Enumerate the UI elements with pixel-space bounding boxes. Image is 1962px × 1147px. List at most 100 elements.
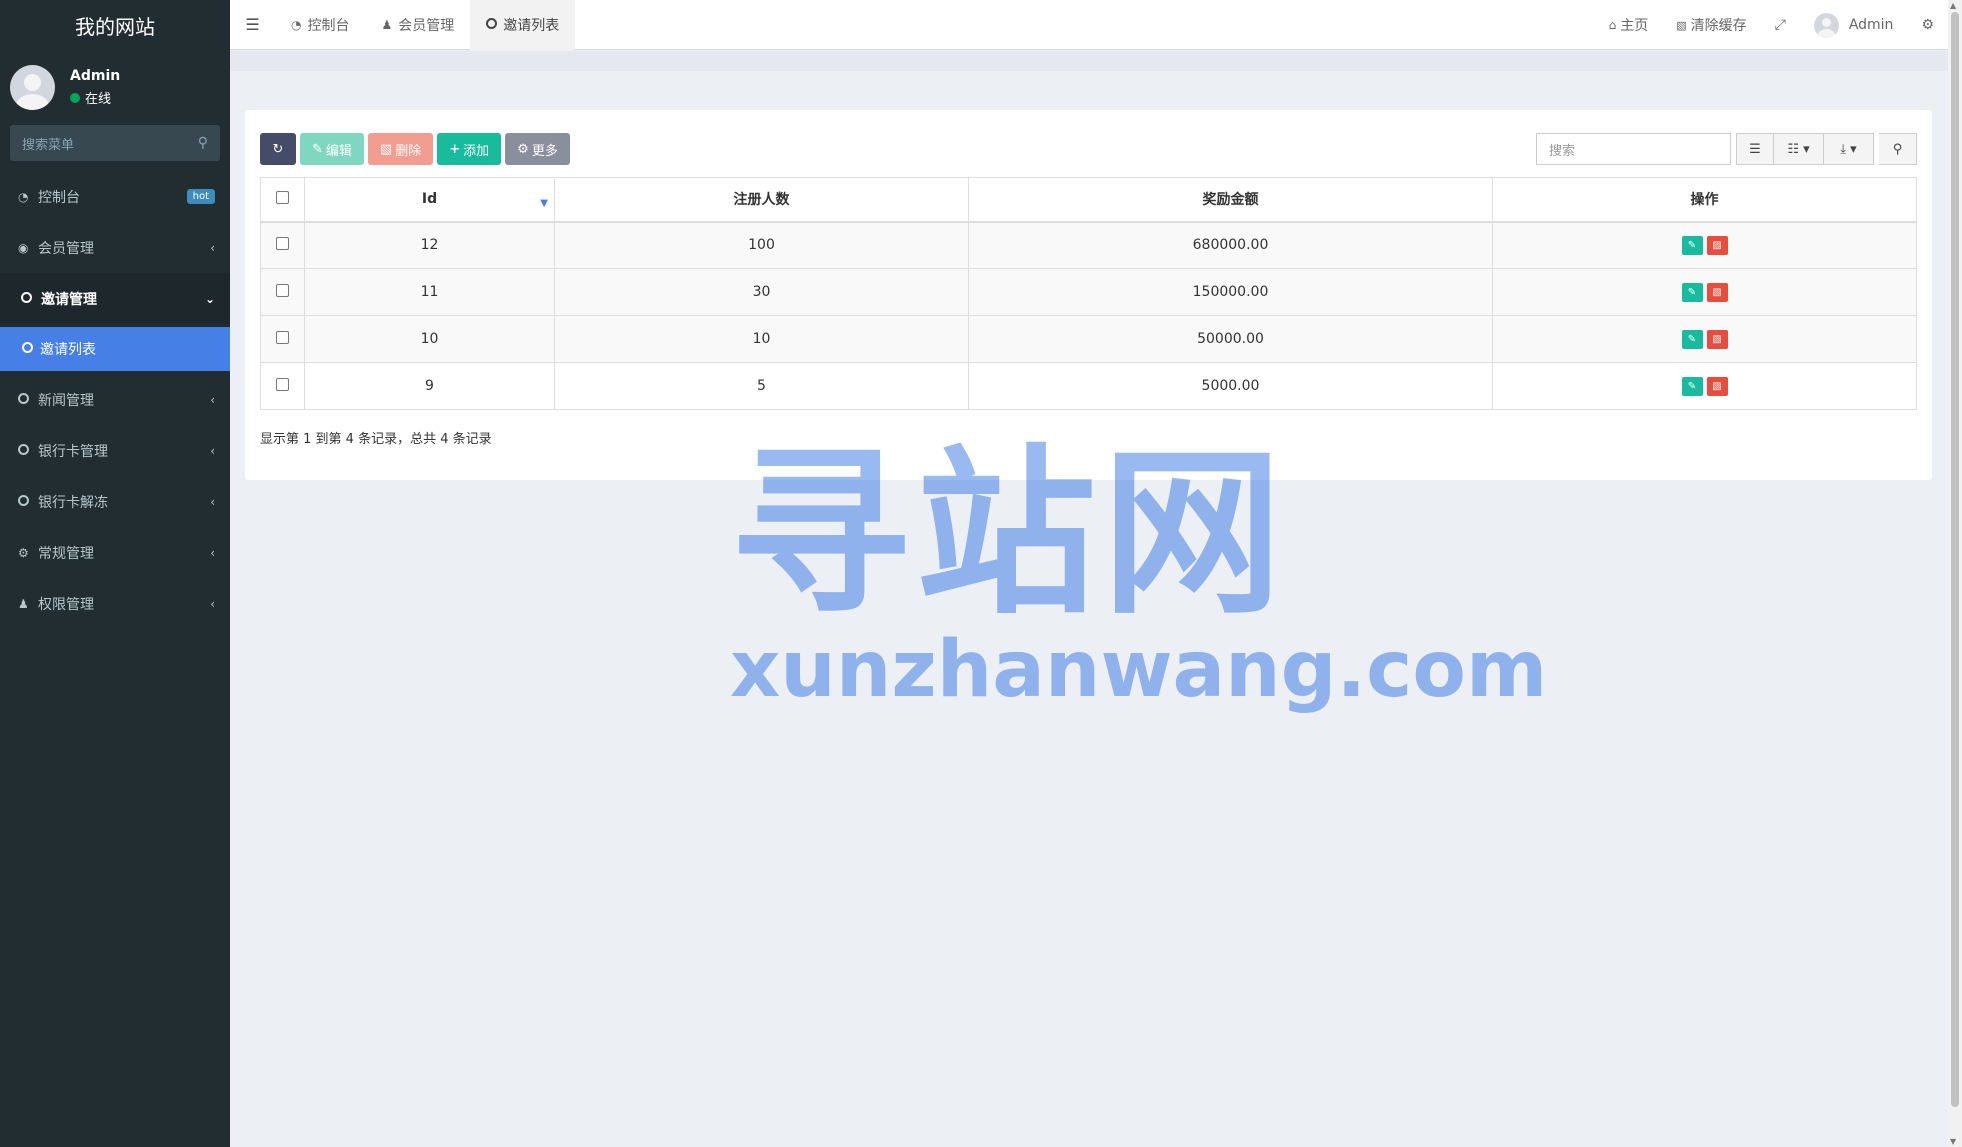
tab-dashboard[interactable]: ◔ 控制台 (275, 0, 365, 50)
select-all-cell (260, 177, 305, 223)
sidebar-item-label: 银行卡解冻 (38, 494, 108, 511)
row-edit-button[interactable]: ✎ (1681, 329, 1703, 349)
circle-o-icon (486, 17, 498, 32)
chevron-left-icon: ‹ (210, 443, 215, 458)
table-search-input[interactable]: 搜索 (1536, 133, 1731, 165)
sidebar-search[interactable]: 搜索菜单 ⚲ (10, 125, 220, 161)
sidebar-item-bankcard-unfreeze[interactable]: 银行卡解冻 ‹ (0, 476, 230, 527)
home-link[interactable]: ⌂ 主页 (1595, 0, 1663, 50)
chevron-down-icon: ⌄ (204, 291, 215, 306)
topnav-right: ⌂ 主页 ▧ 清除缓存 ⤢ Admin ⚙ (1595, 0, 1948, 50)
sidebar-item-permissions[interactable]: ♟ 权限管理 ‹ (0, 578, 230, 629)
avatar (1813, 12, 1839, 38)
column-header-id[interactable]: Id ▼ (304, 177, 555, 223)
sidebar-item-invites[interactable]: 邀请管理 ⌄ (0, 273, 230, 324)
user-menu[interactable]: Admin (1800, 0, 1908, 50)
menu-toggle-icon[interactable]: ☰ (230, 0, 275, 50)
cell-actions: ✎ ▧ (1492, 221, 1917, 269)
row-edit-button[interactable]: ✎ (1681, 376, 1703, 396)
add-button[interactable]: + 添加 (437, 133, 502, 165)
row-delete-button[interactable]: ▧ (1706, 376, 1728, 396)
tab-label: 会员管理 (398, 17, 455, 34)
sidebar-item-bankcard[interactable]: 银行卡管理 ‹ (0, 425, 230, 476)
chevron-left-icon: ‹ (210, 596, 215, 611)
edit-button[interactable]: ✎ 编辑 (300, 133, 364, 165)
user-status-label: 在线 (85, 92, 112, 107)
scroll-down-icon[interactable]: ▼ (1950, 1137, 1956, 1146)
columns-button[interactable]: ☷ ▾ (1774, 133, 1824, 165)
cell-id: 12 (304, 221, 555, 269)
top-navbar: ☰ ◔ 控制台 ♟ 会员管理 邀请列表 ⌂ 主页 ▧ 清除缓存 ⤢ Admin … (230, 0, 1948, 50)
sidebar-item-label: 权限管理 (38, 596, 94, 613)
search-icon: ⚲ (1892, 141, 1903, 157)
sidebar-item-dashboard[interactable]: ◔ 控制台 hot (0, 171, 230, 222)
home-label: 主页 (1620, 18, 1649, 34)
site-brand[interactable]: 我的网站 (0, 0, 230, 50)
delete-button[interactable]: ▧ 删除 (367, 133, 434, 165)
cell-id: 11 (304, 268, 555, 316)
trash-icon: ▧ (1676, 18, 1687, 32)
row-select-cell (260, 221, 305, 269)
more-label: 更多 (531, 143, 558, 159)
row-edit-button[interactable]: ✎ (1681, 282, 1703, 302)
row-checkbox[interactable] (276, 283, 289, 297)
circle-o-icon (21, 291, 41, 306)
sidebar-search-input[interactable]: 搜索菜单 (22, 134, 74, 153)
row-checkbox[interactable] (276, 377, 289, 391)
dashboard-icon: ◔ (291, 17, 302, 32)
row-edit-button[interactable]: ✎ (1681, 235, 1703, 255)
row-delete-button[interactable]: ▧ (1706, 235, 1728, 255)
sidebar-item-label: 会员管理 (38, 240, 94, 257)
cell-amount: 680000.00 (968, 221, 1493, 269)
sidebar-item-news[interactable]: 新闻管理 ‹ (0, 374, 230, 425)
search-icon[interactable]: ⚲ (198, 135, 208, 151)
sidebar-item-members[interactable]: ◉ 会员管理 ‹ (0, 222, 230, 273)
cell-count: 30 (554, 268, 969, 316)
cell-actions: ✎ ▧ (1492, 362, 1917, 410)
tab-invite-list[interactable]: 邀请列表 (470, 0, 576, 50)
invite-table: Id ▼ 注册人数 奖励金额 操作 12 100 680000.00 ✎ ▧ 1… (260, 177, 1917, 410)
sidebar-item-general[interactable]: ⚙ 常规管理 ‹ (0, 527, 230, 578)
circle-o-icon (18, 494, 38, 509)
column-header-register-count[interactable]: 注册人数 (554, 177, 969, 223)
row-delete-button[interactable]: ▧ (1706, 282, 1728, 302)
row-checkbox[interactable] (276, 330, 289, 344)
refresh-button[interactable]: ↻ (260, 133, 296, 165)
sidebar-subitem-invite-list[interactable]: 邀请列表 (0, 327, 230, 371)
fullscreen-button[interactable]: ⤢ (1761, 0, 1800, 50)
settings-button[interactable]: ⚙ (1907, 0, 1948, 50)
row-checkbox[interactable] (276, 236, 289, 250)
cell-id: 10 (304, 315, 555, 363)
row-select-cell (260, 268, 305, 316)
cogs-icon: ⚙ (1921, 17, 1934, 33)
pencil-icon: ✎ (312, 141, 323, 157)
export-button[interactable]: ⤓ ▾ (1824, 133, 1874, 165)
page-scrollbar[interactable]: ▲ ▼ (1948, 0, 1962, 1147)
invite-list-panel: ↻ ✎ 编辑 ▧ 删除 + 添加 ⚙ 更多 搜索 ☰ ☷ ▾ ⤓ ▾ ⚲ Id … (245, 110, 1932, 480)
tab-members[interactable]: ♟ 会员管理 (365, 0, 470, 50)
scrollbar-thumb[interactable] (1951, 12, 1959, 1107)
more-button[interactable]: ⚙ 更多 (505, 133, 570, 165)
table-row: 9 5 5000.00 ✎ ▧ (260, 362, 1917, 410)
cell-id: 9 (304, 362, 555, 410)
row-delete-button[interactable]: ▧ (1706, 329, 1728, 349)
plus-icon: + (449, 141, 461, 157)
user-name: Admin (70, 68, 121, 84)
watermark: 寻站网 xunzhanwang.com (730, 440, 1547, 720)
home-icon: ⌂ (1608, 18, 1617, 32)
edit-label: 编辑 (325, 143, 352, 159)
toggle-view-button[interactable]: ☰ (1736, 133, 1774, 165)
refresh-icon: ↻ (272, 141, 284, 157)
sort-desc-icon[interactable]: ▼ (540, 198, 548, 209)
sidebar-item-label: 控制台 (38, 189, 80, 206)
column-header-reward-amount[interactable]: 奖励金额 (968, 177, 1493, 223)
search-button[interactable]: ⚲ (1879, 133, 1917, 165)
cell-amount: 50000.00 (968, 315, 1493, 363)
avatar (10, 65, 55, 110)
sidebar-subitem-label: 邀请列表 (40, 342, 96, 358)
scroll-up-icon[interactable]: ▲ (1950, 1, 1956, 10)
expand-icon: ⤢ (1774, 17, 1786, 33)
clear-cache-button[interactable]: ▧ 清除缓存 (1662, 0, 1760, 50)
chevron-left-icon: ‹ (210, 240, 215, 255)
select-all-checkbox[interactable] (276, 190, 289, 204)
